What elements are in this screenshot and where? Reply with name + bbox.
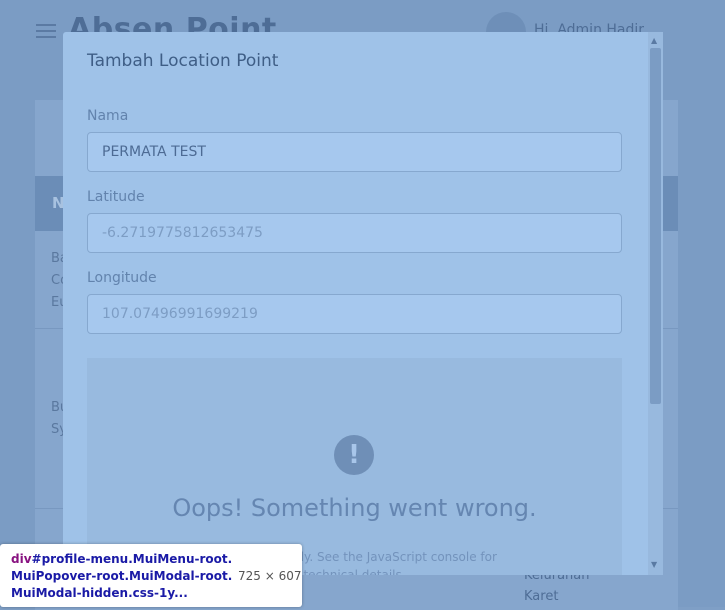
element-tag: div xyxy=(11,552,32,566)
map-error-title: Oops! Something went wrong. xyxy=(172,494,537,522)
table-cell-text: Karet xyxy=(524,589,559,604)
longitude-label: Longitude xyxy=(87,270,157,286)
longitude-value: 107.07496991699219 xyxy=(102,306,258,322)
warning-icon: ! xyxy=(334,435,374,475)
latitude-input[interactable]: -6.2719775812653475 xyxy=(87,213,622,253)
devtools-element-tooltip: div#profile-menu.MuiMenu-root.MuiPopover… xyxy=(0,544,302,607)
longitude-input[interactable]: 107.07496991699219 xyxy=(87,294,622,334)
nama-input[interactable]: PERMATA TEST xyxy=(87,132,622,172)
element-size: 725 × 607 xyxy=(238,569,302,583)
scrollbar-thumb[interactable] xyxy=(650,48,661,404)
dialog-title: Tambah Location Point xyxy=(87,51,279,71)
hamburger-menu-icon[interactable] xyxy=(36,24,56,40)
add-location-point-dialog: Tambah Location Point Nama PERMATA TEST … xyxy=(63,32,663,575)
element-selector-text: #profile-menu.MuiMenu-root.MuiPopover-ro… xyxy=(11,552,233,600)
dialog-scrollbar[interactable]: ▲ ▼ xyxy=(648,32,663,575)
nama-label: Nama xyxy=(87,108,129,124)
latitude-label: Latitude xyxy=(87,189,145,205)
scroll-down-arrow-icon[interactable]: ▼ xyxy=(651,560,657,569)
scroll-up-arrow-icon[interactable]: ▲ xyxy=(651,36,657,45)
nama-value: PERMATA TEST xyxy=(102,144,206,160)
element-selector: div#profile-menu.MuiMenu-root.MuiPopover… xyxy=(11,551,233,602)
latitude-value: -6.2719775812653475 xyxy=(102,225,263,241)
map-container[interactable]: ! Oops! Something went wrong. e Maps cor… xyxy=(87,358,622,575)
